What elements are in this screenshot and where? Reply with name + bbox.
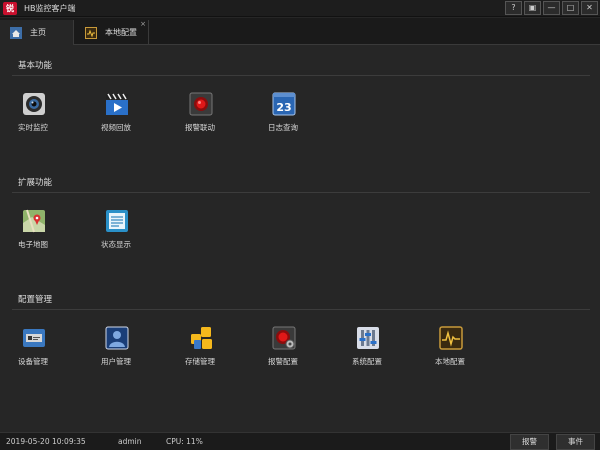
window-controls: ? ▣ — □ ✕ [505, 1, 598, 15]
item-status-display[interactable]: 状态显示 [101, 209, 163, 257]
item-label: 用户管理 [101, 357, 131, 366]
system-config-icon [356, 326, 380, 350]
item-label: 视频回放 [101, 123, 131, 132]
map-icon [22, 209, 46, 233]
help-button[interactable]: ? [505, 1, 522, 15]
item-label: 报警联动 [185, 123, 215, 132]
video-playback-icon [105, 92, 129, 116]
item-label: 电子地图 [18, 240, 48, 249]
user-icon [105, 326, 129, 350]
tab-close-icon[interactable]: × [140, 20, 146, 28]
tab-local-config-label: 本地配置 [105, 28, 137, 37]
calendar-log-icon: 23 [272, 92, 296, 116]
alarm-button[interactable]: 报警 [510, 434, 549, 450]
tab-bar: 主页 本地配置 × [0, 18, 600, 45]
lock-button[interactable]: ▣ [524, 1, 541, 15]
item-label: 实时监控 [18, 123, 48, 132]
item-log-query[interactable]: 23 日志查询 [268, 92, 330, 140]
status-icon [105, 209, 129, 233]
item-video-playback[interactable]: 视频回放 [101, 92, 163, 140]
item-label: 状态显示 [101, 240, 131, 249]
camera-icon [22, 92, 46, 116]
item-alarm-link[interactable]: 报警联动 [185, 92, 247, 140]
item-local-config[interactable]: 本地配置 [435, 326, 497, 374]
section-title-basic: 基本功能 [18, 61, 53, 71]
alarm-config-icon [272, 326, 296, 350]
section-divider [12, 309, 590, 310]
section-title-config: 配置管理 [18, 295, 53, 305]
item-label: 设备管理 [18, 357, 48, 366]
status-datetime: 2019-05-20 10:09:35 [6, 437, 86, 446]
status-bar: 2019-05-20 10:09:35 admin CPU: 11% 报警 事件 [0, 432, 600, 450]
item-label: 系统配置 [352, 357, 382, 366]
tab-local-config[interactable]: 本地配置 × [75, 20, 149, 45]
tab-home[interactable]: 主页 [0, 20, 74, 45]
item-live-monitor[interactable]: 实时监控 [18, 92, 80, 140]
status-user: admin [118, 437, 142, 446]
maximize-button[interactable]: □ [562, 1, 579, 15]
item-label: 存储管理 [185, 357, 215, 366]
tab-home-label: 主页 [30, 28, 46, 37]
item-label: 报警配置 [268, 357, 298, 366]
local-config-icon [439, 326, 463, 350]
item-e-map[interactable]: 电子地图 [18, 209, 80, 257]
section-title-extended: 扩展功能 [18, 178, 53, 188]
calendar-day: 23 [276, 101, 291, 114]
storage-icon [189, 326, 213, 350]
local-config-icon [85, 26, 97, 39]
home-icon [10, 26, 22, 39]
section-divider [12, 75, 590, 76]
item-system-config[interactable]: 系统配置 [352, 326, 414, 374]
close-button[interactable]: ✕ [581, 1, 598, 15]
item-label: 日志查询 [268, 123, 298, 132]
minimize-button[interactable]: — [543, 1, 560, 15]
item-alarm-config[interactable]: 报警配置 [268, 326, 330, 374]
alarm-icon [189, 92, 213, 116]
window-title: HB监控客户端 [24, 4, 76, 13]
item-user-manage[interactable]: 用户管理 [101, 326, 163, 374]
item-label: 本地配置 [435, 357, 465, 366]
app-logo: 锐 [3, 2, 17, 15]
event-button[interactable]: 事件 [556, 434, 595, 450]
device-icon [22, 326, 46, 350]
section-divider [12, 192, 590, 193]
item-storage-manage[interactable]: 存储管理 [185, 326, 247, 374]
item-device-manage[interactable]: 设备管理 [18, 326, 80, 374]
status-cpu: CPU: 11% [166, 437, 203, 446]
title-bar: 锐 HB监控客户端 ? ▣ — □ ✕ [0, 0, 600, 17]
